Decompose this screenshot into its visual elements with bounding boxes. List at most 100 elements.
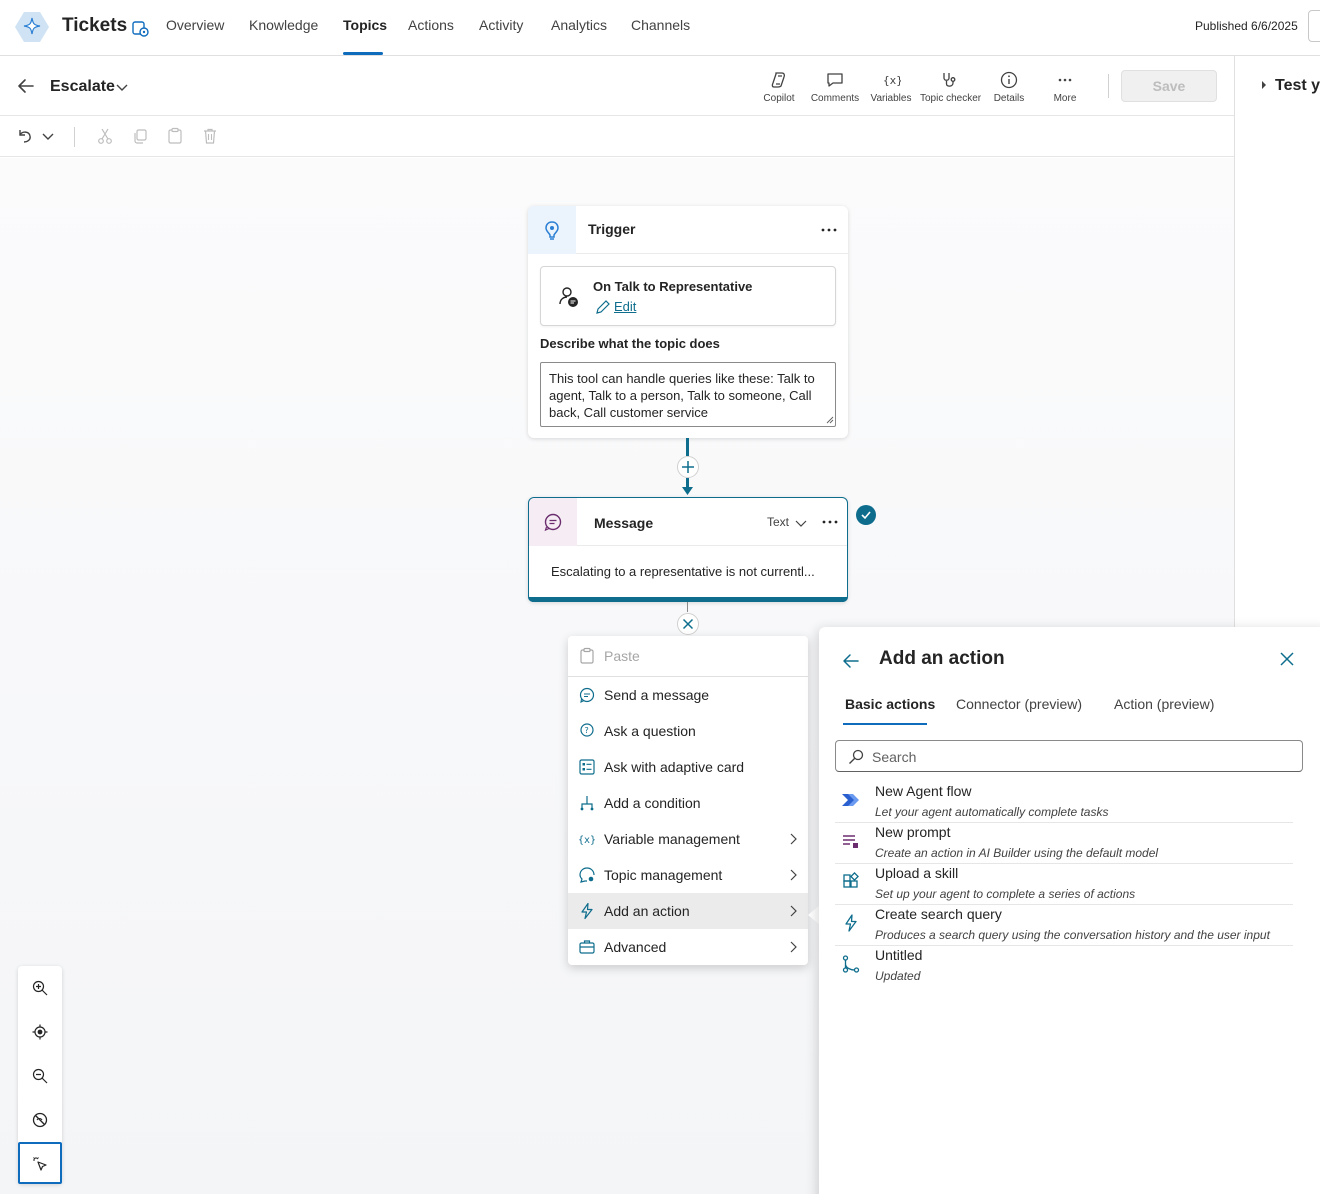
- top-navigation: Tickets Overview Knowledge Topics Action…: [0, 0, 1320, 56]
- message-node[interactable]: Message Text Escalating to a representat…: [528, 497, 848, 602]
- flow-icon: [841, 954, 861, 974]
- agent-settings-icon[interactable]: [129, 17, 151, 39]
- chevron-right-icon: [788, 941, 798, 953]
- flow-connector: [687, 602, 688, 612]
- close-menu-button[interactable]: [677, 613, 699, 635]
- skill-icon: [841, 872, 861, 892]
- test-panel-title[interactable]: Test yo: [1275, 77, 1320, 95]
- action-item-create-search-query[interactable]: Create search query Produces a search qu…: [835, 905, 1293, 946]
- caret-right-icon[interactable]: [1259, 80, 1269, 90]
- cursor-select-icon: [32, 1156, 48, 1172]
- paste-icon[interactable]: [166, 127, 184, 145]
- message-icon: [578, 686, 596, 704]
- resize-handle-icon[interactable]: [826, 416, 834, 424]
- cut-icon[interactable]: [96, 127, 114, 145]
- edit-link[interactable]: Edit: [614, 299, 636, 314]
- action-item-untitled[interactable]: Untitled Updated: [835, 946, 1293, 987]
- published-status: Published 6/6/2025: [1195, 19, 1298, 33]
- topic-name[interactable]: Escalate: [50, 78, 115, 96]
- stethoscope-icon: [940, 70, 960, 90]
- close-icon[interactable]: [1279, 651, 1295, 667]
- arrow-down-icon: [682, 487, 693, 495]
- menu-item-paste[interactable]: Paste: [568, 638, 808, 674]
- add-node-menu: Paste Send a message ? Ask a question As…: [568, 636, 808, 965]
- back-arrow-icon[interactable]: [16, 76, 36, 96]
- chevron-down-icon[interactable]: [115, 80, 129, 94]
- topic-checker-button[interactable]: Topic checker: [920, 70, 981, 104]
- copilot-button[interactable]: Copilot: [749, 70, 809, 104]
- action-item-new-agent-flow[interactable]: New Agent flow Let your agent automatica…: [835, 782, 1293, 823]
- svg-text:{x}: {x}: [883, 74, 901, 87]
- more-horizontal-icon: [1055, 70, 1075, 90]
- message-text[interactable]: Escalating to a representative is not cu…: [551, 564, 815, 579]
- trigger-node[interactable]: Trigger On Talk to Representative Edit D…: [528, 206, 848, 438]
- minimap-toggle-button[interactable]: [18, 1098, 62, 1142]
- trigger-node-header: Trigger: [528, 206, 848, 254]
- svg-text:{x}: {x}: [578, 835, 596, 846]
- menu-item-ask-question[interactable]: ? Ask a question: [568, 713, 808, 749]
- zoom-in-button[interactable]: [18, 966, 62, 1010]
- description-textarea[interactable]: This tool can handle queries like these:…: [540, 362, 836, 427]
- trigger-node-title: Trigger: [588, 221, 636, 237]
- tab-activity[interactable]: Activity: [479, 17, 523, 33]
- tab-basic-actions[interactable]: Basic actions: [845, 696, 935, 712]
- copilot-studio-logo-icon[interactable]: [14, 10, 50, 44]
- delete-icon[interactable]: [201, 127, 219, 145]
- tab-analytics[interactable]: Analytics: [551, 17, 607, 33]
- variable-icon: {x}: [578, 830, 596, 848]
- save-button[interactable]: Save: [1121, 70, 1217, 102]
- menu-item-advanced[interactable]: Advanced: [568, 929, 808, 965]
- tab-channels[interactable]: Channels: [631, 17, 690, 33]
- variables-button[interactable]: {x} Variables: [861, 70, 921, 104]
- tab-topics[interactable]: Topics: [343, 17, 387, 33]
- tab-action-preview[interactable]: Action (preview): [1114, 696, 1214, 712]
- question-icon: ?: [578, 722, 596, 740]
- action-item-upload-skill[interactable]: Upload a skill Set up your agent to comp…: [835, 864, 1293, 905]
- menu-item-add-condition[interactable]: Add a condition: [568, 785, 808, 821]
- copy-icon[interactable]: [131, 127, 149, 145]
- zoom-out-button[interactable]: [18, 1054, 62, 1098]
- edit-toolbar: [0, 117, 1234, 157]
- more-options-icon[interactable]: [821, 228, 837, 232]
- center-view-button[interactable]: [18, 1010, 62, 1054]
- menu-item-adaptive-card[interactable]: Ask with adaptive card: [568, 749, 808, 785]
- target-icon: [32, 1024, 48, 1040]
- search-input[interactable]: [872, 747, 1292, 767]
- search-box[interactable]: [835, 740, 1303, 772]
- flow-connector: [686, 438, 689, 456]
- tab-overview[interactable]: Overview: [166, 17, 224, 33]
- menu-item-variable-management[interactable]: {x} Variable management: [568, 821, 808, 857]
- more-button[interactable]: More: [1035, 70, 1095, 104]
- add-action-panel: Add an action Basic actions Connector (p…: [819, 627, 1320, 1194]
- comments-button[interactable]: Comments: [805, 70, 865, 104]
- more-options-icon[interactable]: [822, 520, 838, 524]
- menu-item-send-message[interactable]: Send a message: [568, 677, 808, 713]
- add-node-button[interactable]: [677, 456, 699, 478]
- chevron-right-icon: [788, 833, 798, 845]
- tab-actions[interactable]: Actions: [408, 17, 454, 33]
- publish-button[interactable]: [1308, 10, 1320, 42]
- tab-connector-preview[interactable]: Connector (preview): [956, 696, 1082, 712]
- select-mode-button[interactable]: [18, 1142, 62, 1184]
- person-chat-icon: [557, 285, 581, 309]
- undo-icon[interactable]: [16, 127, 34, 145]
- description-label: Describe what the topic does: [540, 336, 720, 351]
- divider: [1108, 74, 1109, 98]
- variable-icon: {x}: [881, 70, 901, 90]
- chevron-down-icon[interactable]: [40, 127, 58, 145]
- message-icon: [529, 498, 577, 546]
- action-item-new-prompt[interactable]: New prompt Create an action in AI Builde…: [835, 823, 1293, 864]
- lightning-icon: [578, 902, 596, 920]
- tab-knowledge[interactable]: Knowledge: [249, 17, 318, 33]
- menu-item-add-action[interactable]: Add an action: [568, 893, 808, 929]
- zoom-out-icon: [32, 1068, 48, 1084]
- menu-item-topic-management[interactable]: Topic management: [568, 857, 808, 893]
- trigger-card[interactable]: On Talk to Representative Edit: [540, 266, 836, 326]
- comment-icon: [825, 70, 845, 90]
- chevron-down-icon[interactable]: [795, 517, 807, 529]
- details-button[interactable]: Details: [979, 70, 1039, 104]
- edit-pencil-icon[interactable]: [595, 299, 611, 315]
- back-arrow-icon[interactable]: [841, 651, 861, 671]
- message-type-dropdown[interactable]: Text: [767, 515, 789, 529]
- active-tab-indicator: [843, 723, 927, 725]
